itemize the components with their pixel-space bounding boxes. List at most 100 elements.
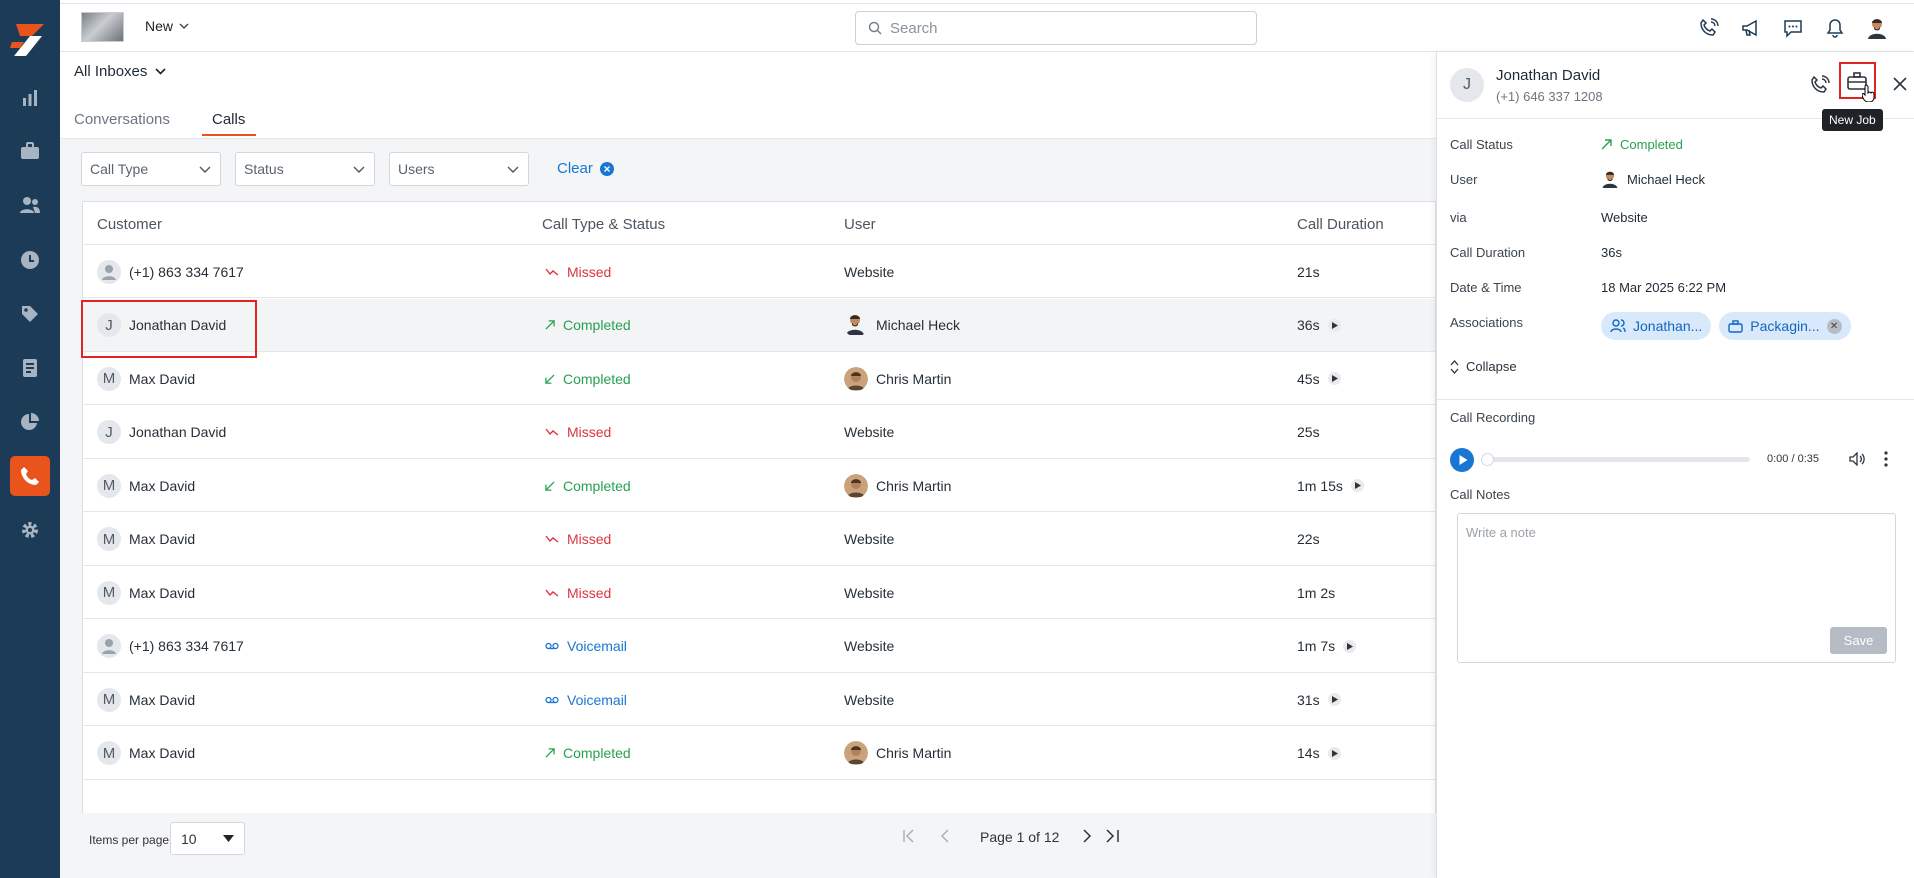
person-icon (97, 634, 121, 658)
customer-name: Max David (129, 370, 196, 387)
table-row[interactable]: M Max David Voicemail Website 31s (83, 673, 1435, 726)
call-status-text: Completed (563, 370, 631, 387)
call-back-icon[interactable] (1810, 75, 1830, 98)
collapse-button[interactable]: Collapse (1450, 359, 1517, 374)
table-row[interactable]: M Max David Completed Chris Martin 1m 15s (83, 459, 1435, 512)
audio-progress-thumb[interactable] (1481, 453, 1494, 466)
user-avatar[interactable] (1866, 17, 1888, 39)
association-job-chip[interactable]: Packagin... ✕ (1719, 312, 1851, 340)
tab-conversations[interactable]: Conversations (74, 111, 170, 128)
last-page-button[interactable] (1104, 829, 1122, 843)
play-recording-icon[interactable] (1327, 372, 1341, 385)
user-avatar (844, 473, 868, 498)
play-recording-icon[interactable] (1350, 479, 1364, 492)
invoices-icon[interactable] (10, 348, 50, 388)
play-button[interactable] (1450, 448, 1474, 475)
table-row[interactable]: M Max David Missed Website 22s (83, 513, 1435, 566)
customer-cell[interactable]: (+1) 863 334 7617 (97, 245, 244, 298)
volume-icon[interactable] (1849, 451, 1865, 469)
customer-cell[interactable]: M Max David (97, 352, 195, 405)
customer-cell[interactable]: M Max David (97, 513, 195, 566)
header-call-duration[interactable]: Call Duration (1297, 216, 1384, 233)
bell-icon[interactable] (1824, 17, 1846, 39)
table-row[interactable]: M Max David Completed Chris Martin 45s (83, 352, 1435, 405)
call-status-text: Completed (563, 317, 631, 333)
inbox-selector[interactable]: All Inboxes (74, 63, 166, 80)
customer-cell[interactable]: M Max David (97, 727, 195, 780)
customer-avatar: J (97, 420, 121, 444)
chevron-down-icon (155, 68, 166, 75)
play-recording-icon[interactable] (1327, 693, 1341, 706)
calls-icon[interactable] (10, 456, 50, 496)
user-cell: Website (844, 513, 894, 566)
first-page-button[interactable] (902, 829, 920, 843)
user-cell: Chris Martin (844, 459, 951, 512)
header-customer[interactable]: Customer (97, 216, 162, 233)
user-name: Website (844, 584, 895, 601)
customer-name: Max David (129, 691, 196, 708)
duration-cell: 31s (1297, 673, 1341, 726)
call-status-cell: Missed (545, 513, 611, 566)
new-button[interactable]: New (145, 18, 189, 34)
table-row[interactable]: M Max David Completed Chris Martin 14s (83, 727, 1435, 780)
megaphone-icon[interactable] (1740, 17, 1762, 39)
association-contact-chip[interactable]: Jonathan... (1601, 312, 1712, 340)
items-per-page-label: Items per page (89, 833, 170, 847)
duration-text: 22s (1297, 531, 1320, 547)
play-recording-icon[interactable] (1343, 639, 1357, 653)
call-detail-panel: J Jonathan David (+1) 646 337 1208 New J… (1436, 52, 1914, 878)
user-avatar (844, 366, 868, 391)
next-page-button[interactable] (1082, 829, 1092, 843)
call-notes-textarea[interactable]: Write a note Save (1457, 513, 1896, 663)
close-icon[interactable] (1892, 76, 1908, 95)
customers-icon[interactable] (10, 185, 50, 225)
customer-cell[interactable]: J Jonathan David (97, 406, 226, 459)
table-row[interactable]: M Max David Missed Website 1m 2s (83, 566, 1435, 619)
header-user[interactable]: User (844, 216, 876, 233)
customer-cell[interactable]: M Max David (97, 673, 195, 726)
call-status-text: Missed (567, 424, 612, 440)
status-filter[interactable]: Status (235, 152, 375, 186)
call-status-cell: Completed (545, 352, 631, 405)
phone-icon[interactable] (1698, 17, 1720, 39)
header-call-type-status[interactable]: Call Type & Status (542, 216, 665, 233)
chat-icon[interactable] (1782, 17, 1804, 39)
play-recording-icon[interactable] (1327, 318, 1341, 332)
items-per-page-select[interactable]: 10 (170, 822, 245, 855)
user-cell: Website (844, 245, 894, 298)
analytics-icon[interactable] (10, 402, 50, 442)
users-filter[interactable]: Users (389, 152, 529, 186)
table-row[interactable]: (+1) 863 334 7617 Missed Website 21s (83, 245, 1435, 298)
audio-progress-track[interactable] (1482, 457, 1750, 462)
table-header: Customer Call Type & Status User Call Du… (83, 202, 1435, 245)
contact-name[interactable]: Jonathan David (1496, 67, 1600, 84)
remove-association-icon[interactable]: ✕ (1826, 318, 1842, 334)
reports-icon[interactable] (10, 78, 50, 118)
table-row[interactable]: (+1) 863 334 7617 Voicemail Website 1m 7s (83, 620, 1435, 673)
user-cell: Michael Heck (844, 299, 960, 352)
first-page-icon (903, 829, 914, 843)
user-name: Michael Heck (876, 317, 961, 333)
tags-icon[interactable] (10, 294, 50, 334)
app-logo[interactable] (8, 20, 48, 60)
table-row[interactable]: J Jonathan David Missed Website 25s (83, 406, 1435, 459)
customer-name: (+1) 863 334 7617 (129, 263, 244, 280)
jobs-icon[interactable] (10, 131, 50, 171)
clear-filters-button[interactable]: Clear (557, 160, 614, 177)
customer-cell[interactable]: M Max David (97, 566, 195, 619)
tab-calls[interactable]: Calls (212, 111, 245, 128)
customer-cell[interactable]: M Max David (97, 459, 195, 512)
prev-page-button[interactable] (940, 829, 950, 843)
save-button[interactable]: Save (1830, 627, 1887, 654)
more-options-icon[interactable] (1884, 451, 1888, 470)
timesheet-icon[interactable] (10, 240, 50, 280)
company-logo[interactable] (81, 12, 124, 42)
chevron-down-icon (353, 166, 365, 173)
table-row[interactable]: J Jonathan David Completed Michael Heck 36s (83, 298, 1435, 352)
user-name: Chris Martin (876, 745, 952, 761)
call-type-filter[interactable]: Call Type (81, 152, 221, 186)
search-input[interactable]: Search (855, 11, 1257, 45)
customer-cell[interactable]: (+1) 863 334 7617 (97, 620, 244, 673)
settings-icon[interactable] (10, 510, 50, 550)
play-recording-icon[interactable] (1327, 746, 1341, 760)
